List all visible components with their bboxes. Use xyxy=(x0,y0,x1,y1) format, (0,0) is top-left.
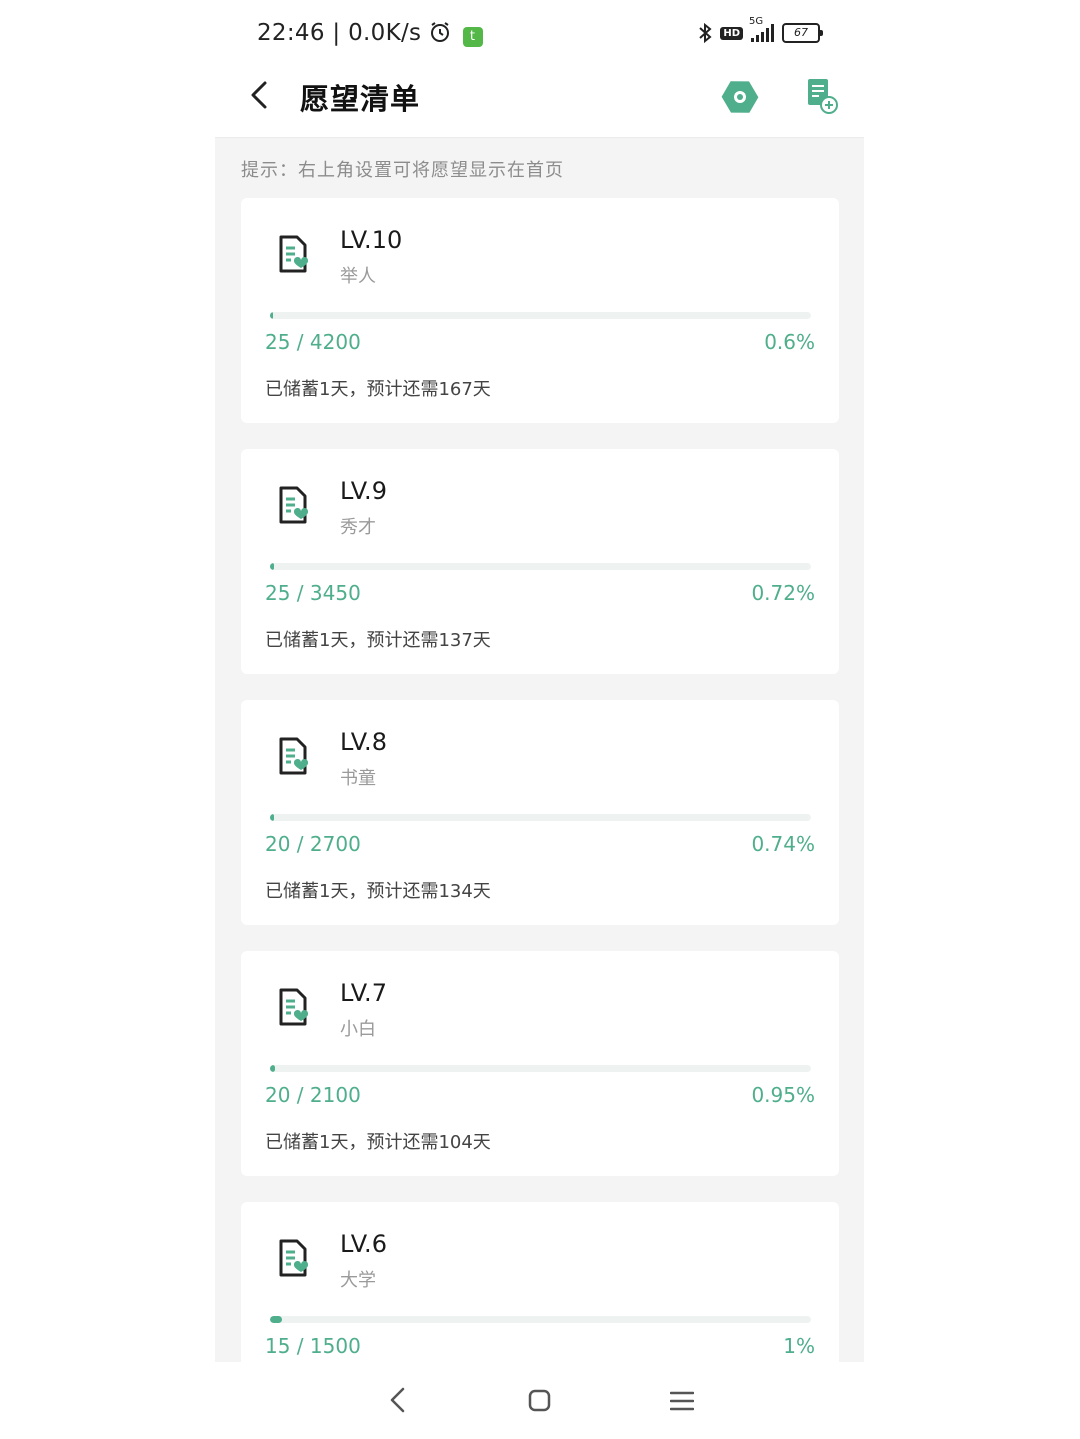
page-title: 愿望清单 xyxy=(300,82,421,116)
status-bar: 22:46 | 0.0K/s t HD 5G 67 xyxy=(215,0,864,70)
alarm-icon xyxy=(430,22,449,42)
progress-fill xyxy=(270,563,274,570)
wish-amount: 20 / 2700 xyxy=(265,832,361,856)
network-type: 5G xyxy=(749,16,764,27)
wish-document-icon xyxy=(279,988,309,1026)
status-icons: HD 5G 67 xyxy=(698,16,823,44)
wish-card[interactable]: LV.7 小白 20 / 2100 0.95% 已储蓄1天，预计还需104天 xyxy=(241,951,839,1176)
progress-bar xyxy=(270,1065,811,1072)
progress-bar xyxy=(270,814,811,821)
net-speed: 0.0K/s xyxy=(348,20,422,46)
system-nav-bar xyxy=(215,1362,864,1439)
progress-fill xyxy=(270,312,274,319)
progress-bar xyxy=(270,563,811,570)
phone-screen: 22:46 | 0.0K/s t HD 5G 67 愿望清单 提示：右上角设置可… xyxy=(215,0,864,1439)
hd-badge: HD xyxy=(720,26,743,40)
progress-fill xyxy=(270,1316,282,1323)
tip-text: 提示：右上角设置可将愿望显示在首页 xyxy=(241,160,564,181)
clock-text: 22:46 xyxy=(257,20,325,46)
wish-title: 秀才 xyxy=(340,517,376,538)
wish-amount: 15 / 1500 xyxy=(265,1334,361,1358)
battery-icon: 67 xyxy=(782,23,823,43)
wish-title: 大学 xyxy=(340,1270,376,1291)
wish-percent: 0.95% xyxy=(751,1083,815,1107)
wish-amount: 20 / 2100 xyxy=(265,1083,361,1107)
settings-icon[interactable] xyxy=(720,77,760,117)
wish-percent: 0.6% xyxy=(764,330,815,354)
wish-percent: 0.72% xyxy=(751,581,815,605)
wish-card[interactable]: LV.9 秀才 25 / 3450 0.72% 已储蓄1天，预计还需137天 xyxy=(241,449,839,674)
wish-level: LV.10 xyxy=(340,226,403,254)
progress-bar xyxy=(270,1316,811,1323)
wish-level: LV.7 xyxy=(340,979,387,1007)
wish-level: LV.9 xyxy=(340,477,387,505)
wish-days: 已储蓄1天，预计还需104天 xyxy=(265,1132,491,1153)
wish-percent: 0.74% xyxy=(751,832,815,856)
nav-home-icon[interactable] xyxy=(528,1389,551,1412)
progress-bar xyxy=(270,312,811,319)
signal-icon: 5G xyxy=(749,16,774,42)
wish-days: 已储蓄1天，预计还需167天 xyxy=(265,379,491,400)
wish-title: 小白 xyxy=(340,1019,376,1040)
status-time: 22:46 | 0.0K/s t xyxy=(257,20,483,47)
nav-menu-icon[interactable] xyxy=(670,1390,694,1412)
back-arrow-icon[interactable] xyxy=(245,80,275,110)
wish-days: 已储蓄1天，预计还需137天 xyxy=(265,630,491,651)
wish-document-icon xyxy=(279,486,309,524)
app-notification-icon: t xyxy=(462,27,483,47)
wish-document-icon xyxy=(279,1239,309,1277)
wish-level: LV.6 xyxy=(340,1230,387,1258)
progress-fill xyxy=(270,1065,276,1072)
wish-document-icon xyxy=(279,737,309,775)
wish-card[interactable]: LV.10 举人 25 / 4200 0.6% 已储蓄1天，预计还需167天 xyxy=(241,198,839,423)
add-wish-icon[interactable] xyxy=(805,77,839,115)
wish-card[interactable]: LV.8 书童 20 / 2700 0.74% 已储蓄1天，预计还需134天 xyxy=(241,700,839,925)
progress-fill xyxy=(270,814,274,821)
wish-amount: 25 / 4200 xyxy=(265,330,361,354)
nav-back-icon[interactable] xyxy=(387,1386,409,1414)
app-header: 愿望清单 xyxy=(215,70,864,138)
wish-list-content[interactable]: 提示：右上角设置可将愿望显示在首页 LV.10 举人 25 / 4200 0.6… xyxy=(215,138,864,1362)
wish-card[interactable]: LV.6 大学 15 / 1500 1% xyxy=(241,1202,839,1362)
wish-title: 书童 xyxy=(340,768,376,789)
wish-days: 已储蓄1天，预计还需134天 xyxy=(265,881,491,902)
wish-document-icon xyxy=(279,235,309,273)
wish-level: LV.8 xyxy=(340,728,387,756)
wish-title: 举人 xyxy=(340,266,376,287)
wish-amount: 25 / 3450 xyxy=(265,581,361,605)
bluetooth-icon xyxy=(699,22,712,44)
wish-percent: 1% xyxy=(783,1334,815,1358)
